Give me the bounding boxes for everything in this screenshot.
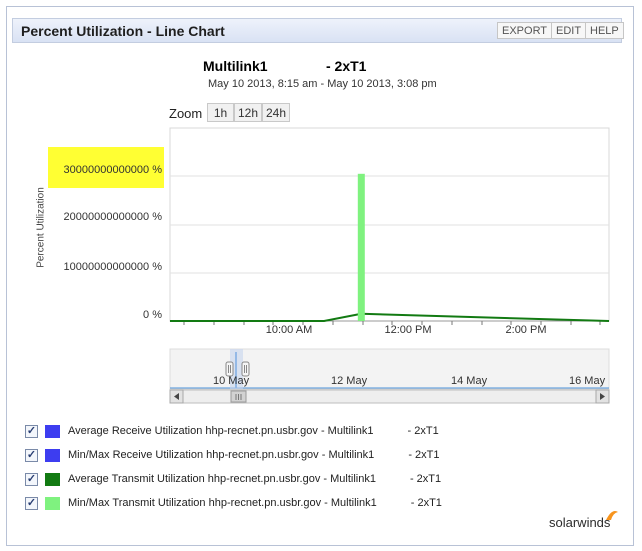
- legend-swatch: [45, 425, 60, 438]
- legend-checkbox[interactable]: ✓: [25, 497, 38, 510]
- legend-swatch: [45, 497, 60, 510]
- chart-svg: [169, 127, 610, 404]
- navigator-date-label: 10 May: [213, 375, 250, 387]
- series-line-avg-transmit: [170, 312, 610, 322]
- legend-label: Average Receive Utilization hhp-recnet.p…: [68, 425, 439, 437]
- legend-checkbox[interactable]: ✓: [25, 473, 38, 486]
- solarwinds-logo: solarwinds: [549, 515, 611, 530]
- legend-swatch: [45, 473, 60, 486]
- series-layer: [170, 173, 610, 322]
- navigator-date-label: 16 May: [569, 375, 606, 387]
- plot-area: [169, 127, 610, 325]
- legend-checkbox[interactable]: ✓: [25, 425, 38, 438]
- legend-checkbox[interactable]: ✓: [25, 449, 38, 462]
- navigator-date-label: 14 May: [451, 375, 488, 387]
- navigator-date-label: 12 May: [331, 375, 368, 387]
- navigator-scrollbar[interactable]: [169, 389, 610, 404]
- legend-swatch: [45, 449, 60, 462]
- legend-label: Min/Max Transmit Utilization hhp-recnet.…: [68, 497, 442, 509]
- series-bar-minmax-transmit: [357, 173, 365, 321]
- solarwinds-logo-icon: [606, 511, 618, 520]
- navigator-left-handle[interactable]: [225, 361, 234, 377]
- legend-label: Min/Max Receive Utilization hhp-recnet.p…: [68, 449, 440, 461]
- navigator-right-handle[interactable]: [241, 361, 250, 377]
- legend-label: Average Transmit Utilization hhp-recnet.…: [68, 473, 442, 485]
